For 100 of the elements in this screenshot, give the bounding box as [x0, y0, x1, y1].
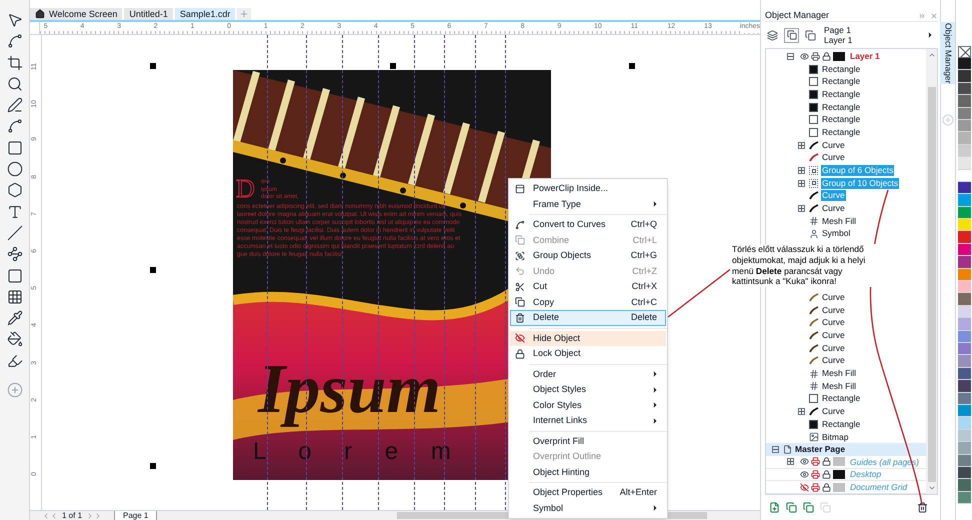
color-swatch[interactable] [958, 132, 971, 145]
document-tab[interactable]: Welcome Screen [30, 8, 122, 20]
document-tab[interactable]: Untitled-1 [124, 8, 173, 20]
polygon-icon[interactable] [6, 182, 22, 198]
printer-icon[interactable] [811, 470, 820, 480]
vertical-scrollbar[interactable] [926, 49, 937, 494]
color-swatch[interactable] [958, 120, 971, 132]
collapse-icon[interactable] [772, 446, 779, 454]
close-icon[interactable] [930, 12, 938, 20]
object-item[interactable]: Curve [821, 330, 846, 342]
object-item[interactable]: Curve [821, 406, 846, 418]
object-item[interactable]: Symbol [821, 228, 852, 240]
object-item[interactable]: Rectangle [821, 126, 862, 138]
page-row[interactable]: Master Page [766, 443, 926, 456]
menu-item[interactable]: Lock Object [510, 346, 666, 362]
selection-handle[interactable] [629, 63, 635, 69]
color-swatch[interactable] [958, 417, 971, 430]
collapse-panel-icon[interactable] [918, 12, 926, 20]
color-swatch[interactable] [958, 82, 971, 96]
color-swatch[interactable] [958, 368, 971, 380]
object-item[interactable]: Curve [821, 355, 846, 366]
menu-item[interactable]: Internet Links [510, 413, 666, 428]
color-swatch[interactable] [958, 479, 971, 492]
object-item[interactable]: Rectangle [821, 114, 862, 126]
new-layer-icon[interactable] [769, 502, 780, 513]
scroll-up-icon[interactable] [928, 51, 936, 59]
color-swatch[interactable] [958, 194, 971, 207]
object-item[interactable]: Rectangle [821, 393, 862, 404]
color-swatch[interactable] [958, 492, 971, 504]
expand-icon[interactable] [798, 205, 805, 212]
panel-menu-arrow-icon[interactable] [926, 31, 934, 39]
menu-item[interactable]: Object Styles [510, 382, 666, 398]
color-swatch[interactable] [958, 306, 971, 318]
ellipse-icon[interactable] [6, 161, 22, 178]
lock-icon[interactable] [822, 470, 831, 480]
menu-item[interactable]: Group Objects Ctrl+G [510, 248, 666, 264]
menu-item[interactable]: Hide Object [510, 330, 666, 346]
trash-icon[interactable] [917, 502, 928, 513]
outline-pen-icon[interactable] [6, 352, 22, 369]
selection-handle[interactable] [150, 63, 156, 69]
menu-item[interactable]: PowerClip Inside... [510, 181, 666, 196]
menu-item[interactable]: Copy Ctrl+C [510, 294, 666, 310]
object-item[interactable]: Rectangle [821, 418, 862, 430]
expand-icon[interactable] [798, 142, 805, 149]
color-swatch[interactable] [958, 293, 971, 306]
checker-icon[interactable] [6, 288, 22, 305]
expand-icon[interactable] [798, 180, 805, 187]
color-swatch[interactable] [958, 58, 971, 70]
object-item[interactable]: Curve [821, 292, 846, 303]
object-item[interactable]: Rectangle [821, 102, 862, 113]
menu-item[interactable]: Convert to Curves Ctrl+Q [510, 217, 666, 232]
color-swatch[interactable] [958, 281, 971, 294]
color-swatch[interactable] [958, 95, 971, 108]
curve-icon[interactable] [6, 118, 22, 134]
page-tab[interactable]: Page 1 [114, 511, 158, 520]
page-view-icon[interactable] [784, 28, 799, 42]
color-swatch[interactable] [958, 108, 971, 120]
menu-item[interactable]: Order [510, 366, 666, 382]
selection-handle[interactable] [150, 267, 156, 273]
object-item[interactable]: Bitmap [821, 432, 850, 443]
color-swatch[interactable] [958, 70, 971, 83]
color-swatch[interactable] [958, 342, 971, 356]
color-swatch[interactable] [958, 206, 971, 220]
color-swatch[interactable] [958, 330, 971, 343]
menu-item[interactable]: Overprint Fill [510, 434, 666, 449]
hidden-eye-icon[interactable] [800, 482, 809, 492]
color-swatch[interactable] [958, 404, 971, 418]
color-swatch[interactable] [958, 392, 971, 405]
eye-icon[interactable] [800, 470, 809, 480]
lock-icon[interactable] [822, 457, 831, 466]
collapse-icon[interactable] [787, 52, 794, 60]
freehand-icon[interactable] [6, 97, 22, 114]
color-swatch[interactable] [958, 454, 971, 467]
selection-handle[interactable] [150, 463, 156, 469]
object-item[interactable]: Mesh Fill [821, 216, 858, 227]
color-swatch[interactable] [958, 157, 971, 170]
object-item[interactable]: Curve [821, 152, 846, 164]
eye-icon[interactable] [800, 52, 809, 61]
scroll-down-icon[interactable] [928, 484, 936, 492]
object-item[interactable]: Mesh Fill [821, 368, 858, 380]
layer-label[interactable]: Layer 1 [850, 52, 880, 61]
object-item[interactable]: Curve [821, 342, 846, 354]
color-swatch[interactable] [958, 466, 971, 480]
menu-item[interactable]: Object Hinting [510, 464, 666, 480]
text-tool-icon[interactable] [6, 204, 22, 220]
fill-icon[interactable] [6, 331, 22, 348]
menu-item[interactable]: Symbol [510, 500, 666, 516]
printer-icon[interactable] [811, 457, 820, 466]
object-item[interactable]: Rectangle [821, 64, 862, 75]
color-swatch[interactable] [958, 144, 971, 158]
printer-icon[interactable] [811, 482, 820, 492]
zoom-icon[interactable] [6, 76, 22, 92]
layer-properties-icon[interactable] [767, 30, 778, 40]
color-swatch[interactable] [958, 355, 971, 368]
layer-row[interactable]: Layer 1 [766, 50, 926, 63]
new-master-layer-icon[interactable] [786, 502, 797, 513]
menu-item[interactable]: Cut Ctrl+X [510, 279, 666, 294]
object-item[interactable]: Curve [821, 140, 846, 151]
eye-icon[interactable] [800, 457, 809, 466]
object-item[interactable]: Curve [821, 304, 846, 316]
